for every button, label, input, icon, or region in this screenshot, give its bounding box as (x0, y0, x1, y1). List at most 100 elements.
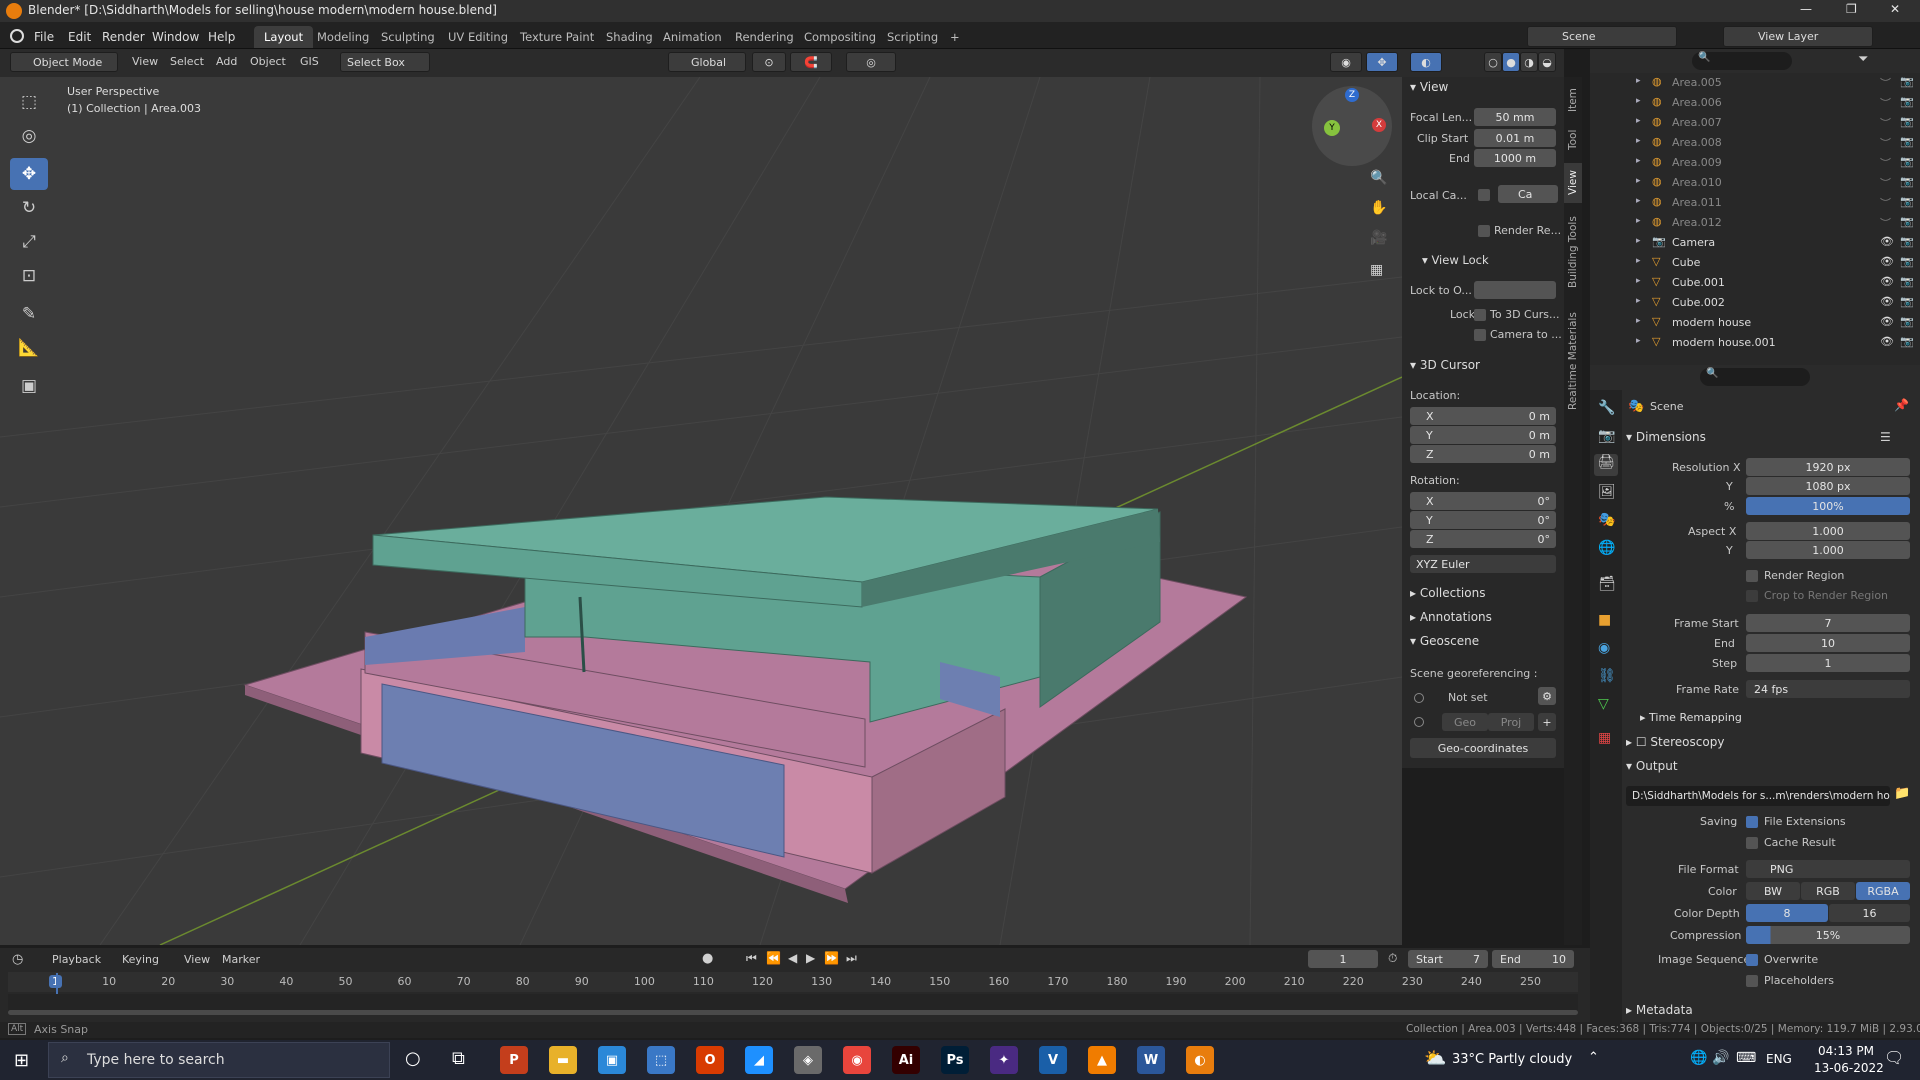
menu-help[interactable]: Help (208, 26, 235, 48)
outliner-row[interactable]: ▸ ◍ Area.010 ︶ 📷 (1590, 173, 1920, 193)
lock-3d-cursor-checkbox[interactable] (1474, 309, 1486, 321)
outliner-row[interactable]: ▸ ◍ Area.007 ︶ 📷 (1590, 113, 1920, 133)
render-visibility-icon[interactable]: 📷 (1900, 195, 1914, 208)
proj-button[interactable]: Proj (1488, 713, 1534, 731)
render-visibility-icon[interactable]: 📷 (1900, 295, 1914, 308)
stereoscopy-header[interactable]: ▸ ☐ Stereoscopy (1626, 735, 1724, 749)
physics-props-icon[interactable]: ◉ (1598, 640, 1610, 656)
play-reverse-icon[interactable]: ◀ (788, 951, 797, 965)
end-frame-field[interactable]: End 10 (1492, 950, 1574, 968)
gizmo-toggle[interactable]: ✥ (1366, 52, 1398, 72)
weather-text[interactable]: 33°C Partly cloudy (1452, 1052, 1572, 1067)
gizmo-x-axis[interactable]: X (1372, 118, 1386, 132)
cache-result-checkbox[interactable] (1746, 837, 1758, 849)
visibility-eye-icon[interactable]: 👁 (1880, 275, 1894, 288)
visibility-eye-icon[interactable]: ︶ (1880, 75, 1891, 91)
collections-section-header[interactable]: ▸ Collections (1410, 586, 1485, 600)
taskbar-app-icon[interactable]: Ps (941, 1046, 969, 1074)
preview-range-icon[interactable]: ⏱ (1388, 951, 1397, 966)
clock-time[interactable]: 04:13 PM (1818, 1044, 1874, 1058)
outliner-row[interactable]: ▸ ◍ Area.009 ︶ 📷 (1590, 153, 1920, 173)
visibility-eye-icon[interactable]: ︶ (1880, 215, 1891, 231)
outliner-row[interactable]: ▸ ◍ Area.006 ︶ 📷 (1590, 93, 1920, 113)
tab-realtime-materials[interactable]: Realtime Materials (1564, 301, 1582, 421)
menu-render[interactable]: Render (102, 26, 145, 48)
select-tool-icon[interactable]: ⬚ (10, 86, 48, 118)
outliner-row[interactable]: ▸ ▽ Cube 👁 📷 (1590, 253, 1920, 273)
notification-icon[interactable]: 🗨 (1884, 1048, 1904, 1067)
render-visibility-icon[interactable]: 📷 (1900, 315, 1914, 328)
taskbar-app-icon[interactable]: ◢ (745, 1046, 773, 1074)
frame-end-field[interactable]: 10 (1746, 634, 1910, 652)
crs-status-radio[interactable] (1414, 717, 1424, 727)
cortana-icon[interactable]: ○ (405, 1048, 421, 1069)
current-frame-field[interactable]: 1 (1308, 950, 1378, 968)
header-menu-add[interactable]: Add (216, 55, 237, 68)
tab-texture-paint[interactable]: Texture Paint (510, 26, 604, 48)
transform-tool-icon[interactable]: ⊡ (10, 260, 48, 292)
frame-step-field[interactable]: 1 (1746, 654, 1910, 672)
tray-chevron-icon[interactable]: ⌃ (1588, 1050, 1599, 1065)
frame-start-field[interactable]: 7 (1746, 614, 1910, 632)
timeline-scrollbar[interactable] (8, 1010, 1578, 1015)
taskbar-app-icon[interactable]: ▣ (598, 1046, 626, 1074)
compression-slider[interactable]: 15% (1746, 926, 1910, 944)
header-menu-gis[interactable]: GIS (300, 55, 319, 68)
shading-solid-button[interactable]: ● (1502, 52, 1520, 72)
tab-item[interactable]: Item (1564, 83, 1582, 117)
zoom-icon[interactable]: 🔍 (1370, 170, 1387, 186)
outliner-row[interactable]: ▸ ▽ modern house.001 👁 📷 (1590, 333, 1920, 353)
collection-props-icon[interactable]: 🗃 (1598, 576, 1616, 592)
ortho-toggle-icon[interactable]: ▦ (1370, 262, 1383, 278)
prev-keyframe-icon[interactable]: ⏪ (766, 951, 781, 965)
taskbar-app-icon[interactable]: Ai (892, 1046, 920, 1074)
local-camera-checkbox[interactable] (1478, 189, 1490, 201)
clip-start-field[interactable]: 0.01 m (1474, 129, 1556, 147)
outliner-row[interactable]: ▸ ◍ Area.005 ︶ 📷 (1590, 73, 1920, 93)
tab-scripting[interactable]: Scripting (877, 26, 948, 48)
visibility-eye-icon[interactable]: ︶ (1880, 115, 1891, 131)
world-props-icon[interactable]: 🌐 (1598, 540, 1615, 556)
tab-rendering[interactable]: Rendering (725, 26, 804, 48)
keyboard-icon[interactable]: ⌨ (1736, 1050, 1756, 1066)
view-section-header[interactable]: ▾ View (1410, 80, 1448, 94)
pan-hand-icon[interactable]: ✋ (1370, 200, 1387, 216)
expand-arrow-icon[interactable]: ▸ (1636, 236, 1641, 246)
render-visibility-icon[interactable]: 📷 (1900, 215, 1914, 228)
overlay-toggle[interactable]: ◐ (1410, 52, 1442, 72)
select-box-dropdown[interactable]: Select Box (340, 52, 430, 72)
visibility-eye-icon[interactable]: ︶ (1880, 155, 1891, 171)
gizmo-z-axis[interactable]: Z (1345, 88, 1359, 102)
geo-button[interactable]: Geo (1442, 713, 1488, 731)
cursor-rotation-z-field[interactable]: Z 0° (1410, 530, 1556, 548)
jump-end-icon[interactable]: ⏭ (846, 951, 857, 966)
expand-arrow-icon[interactable]: ▸ (1636, 316, 1641, 326)
record-button-icon[interactable]: ● (702, 951, 713, 966)
frame-rate-dropdown[interactable]: 24 fps (1746, 680, 1910, 698)
menu-window[interactable]: Window (152, 26, 199, 48)
rotate-tool-icon[interactable]: ↻ (10, 192, 48, 224)
pin-icon[interactable]: 📌 (1894, 398, 1909, 412)
network-icon[interactable]: 🌐 (1690, 1050, 1707, 1066)
timeline-menu-marker[interactable]: Marker (222, 953, 260, 966)
outliner-row[interactable]: ▸ ◍ Area.011 ︶ 📷 (1590, 193, 1920, 213)
tab-view[interactable]: View (1564, 163, 1582, 203)
resolution-percent-field[interactable]: 100% (1746, 497, 1910, 515)
close-button[interactable]: ✕ (1890, 2, 1900, 16)
play-icon[interactable]: ▶ (806, 951, 815, 965)
outliner-search-icon[interactable]: 🔍 (1692, 52, 1792, 70)
tab-tool[interactable]: Tool (1564, 123, 1582, 157)
next-keyframe-icon[interactable]: ⏩ (824, 951, 839, 965)
color-rgb-button[interactable]: RGB (1801, 882, 1855, 900)
crop-region-checkbox[interactable] (1746, 590, 1758, 602)
maximize-button[interactable]: ❐ (1846, 2, 1857, 16)
render-visibility-icon[interactable]: 📷 (1900, 115, 1914, 128)
add-cube-tool-icon[interactable]: ▣ (10, 370, 48, 402)
language-indicator[interactable]: ENG (1766, 1052, 1792, 1066)
geoscene-section-header[interactable]: ▾ Geoscene (1410, 634, 1479, 648)
overwrite-checkbox[interactable] (1746, 954, 1758, 966)
3d-cursor-header[interactable]: ▾ 3D Cursor (1410, 358, 1480, 372)
color-rgba-button[interactable]: RGBA (1856, 882, 1910, 900)
editor-type-icon[interactable]: ◷ (12, 952, 23, 967)
add-crs-button[interactable]: + (1538, 713, 1556, 731)
